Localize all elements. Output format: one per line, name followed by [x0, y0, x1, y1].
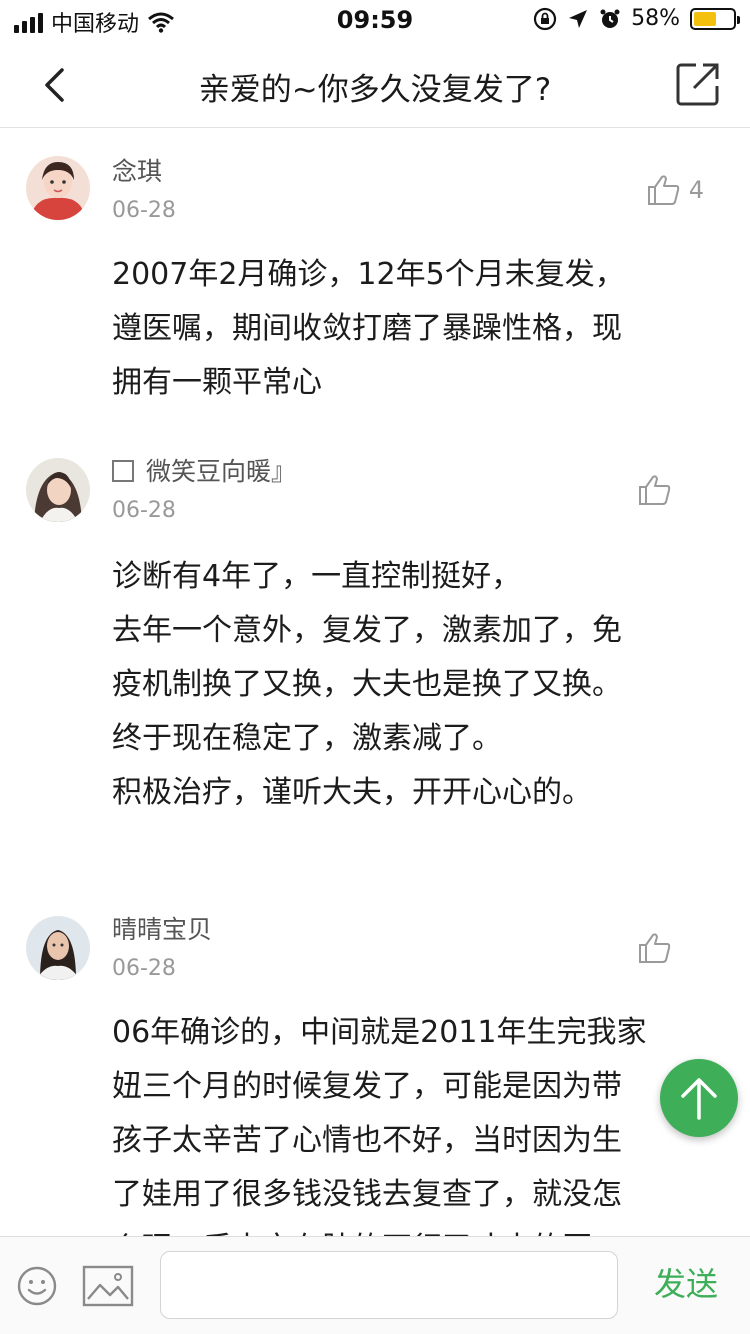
comment-author[interactable]: 念琪 — [112, 152, 162, 188]
avatar[interactable] — [26, 156, 90, 220]
thumbs-up-icon — [639, 933, 671, 963]
back-icon — [45, 68, 64, 102]
comment-text: 诊断有4年了，一直控制挺好， 去年一个意外，复发了，激素加了，免 疫机制换了又换… — [112, 559, 622, 810]
comment-author[interactable]: 微笑豆向暖』 — [112, 452, 296, 488]
comment-author[interactable]: 晴晴宝贝 — [112, 910, 212, 946]
avatar[interactable] — [26, 916, 90, 980]
comment-text: 06年确诊的，中间就是2011年生完我家 妞三个月的时候复发了，可能是因为带 孩… — [112, 1015, 647, 1236]
image-icon — [82, 1265, 134, 1307]
lock-rotation-icon — [533, 7, 557, 30]
comment-date: 06-28 — [112, 498, 176, 523]
alarm-icon — [600, 9, 620, 28]
battery-percent: 58% — [631, 6, 680, 31]
like-button[interactable] — [638, 932, 680, 964]
thumbs-up-icon — [639, 475, 671, 505]
emoji-button[interactable] — [16, 1265, 58, 1307]
scroll-top-button[interactable] — [660, 1059, 738, 1137]
share-button[interactable] — [674, 60, 722, 108]
battery-icon — [690, 7, 740, 30]
send-button[interactable]: 发送 — [634, 1259, 738, 1309]
scroll-top-icon — [681, 1078, 717, 1120]
checkbox-icon — [112, 460, 134, 482]
location-icon — [569, 9, 588, 28]
comment-author-name: 微笑豆向暖』 — [146, 457, 297, 486]
like-count: 4 — [688, 176, 704, 204]
share-icon — [676, 63, 719, 106]
image-button[interactable] — [82, 1265, 134, 1307]
like-button[interactable]: 4 — [647, 174, 704, 206]
like-button[interactable] — [638, 474, 680, 506]
comment-text: 2007年2月确诊，12年5个月未复发， 遵医嘱，期间收敛打磨了暴躁性格，现 拥… — [112, 257, 625, 400]
back-button[interactable] — [30, 60, 80, 110]
comment-date: 06-28 — [112, 956, 176, 981]
avatar[interactable] — [26, 458, 90, 522]
status-right: 58% — [533, 6, 740, 31]
comment-date: 06-28 — [112, 198, 176, 223]
battery-fill — [694, 11, 717, 26]
emoji-icon — [17, 1266, 57, 1306]
navigation-bar: 亲爱的~你多久没复发了? — [0, 42, 750, 128]
status-bar: 中国移动 09:59 58% — [0, 0, 750, 42]
comment-input-bar: 发送 — [0, 1236, 750, 1334]
comment-input[interactable] — [160, 1251, 618, 1319]
page-title: 亲爱的~你多久没复发了? — [198, 72, 552, 108]
thumbs-up-icon — [647, 175, 679, 205]
